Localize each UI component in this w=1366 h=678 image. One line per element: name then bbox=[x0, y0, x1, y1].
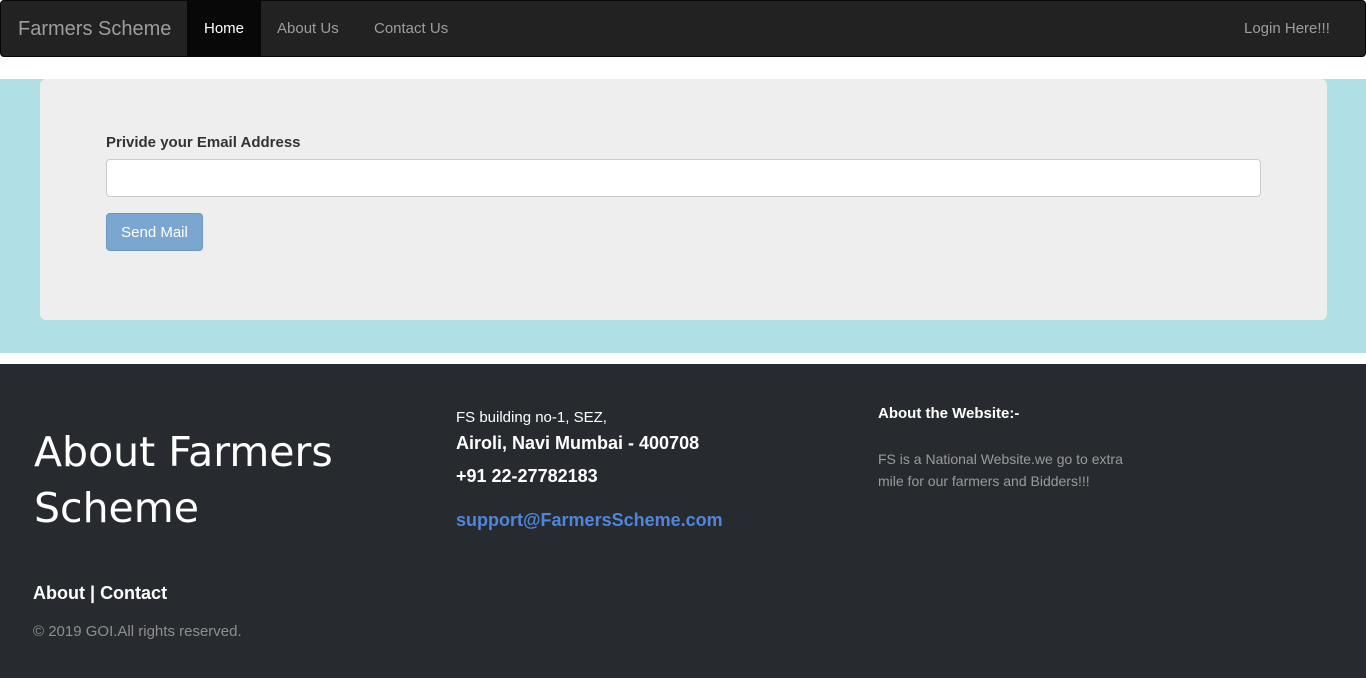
email-form-panel bbox=[40, 79, 1327, 320]
email-field-label: Privide your Email Address bbox=[106, 134, 301, 151]
website-about-heading: About the Website:- bbox=[878, 405, 1020, 422]
nav-home[interactable]: Home bbox=[187, 1, 261, 57]
brand-link[interactable]: Farmers Scheme bbox=[18, 18, 171, 40]
nav-contact-us[interactable]: Contact Us bbox=[374, 1, 448, 57]
footer-about-title: About Farmers Scheme bbox=[34, 428, 333, 532]
footer-about-link[interactable]: About bbox=[33, 583, 85, 603]
phone-number: +91 22-27782183 bbox=[456, 466, 598, 486]
website-description: FS is a National Website.we go to extra … bbox=[878, 451, 1123, 489]
support-email-link[interactable]: support@FarmersScheme.com bbox=[456, 510, 723, 531]
top-navbar: Farmers Scheme Home About Us Contact Us … bbox=[0, 0, 1366, 57]
footer-link-separator: | bbox=[90, 583, 96, 603]
nav-about-us[interactable]: About Us bbox=[277, 1, 339, 57]
nav-login-here[interactable]: Login Here!!! bbox=[1244, 1, 1330, 57]
footer-contact-link[interactable]: Contact bbox=[100, 583, 167, 603]
address-line-1: FS building no-1, SEZ, bbox=[456, 409, 607, 426]
copyright-text: © 2019 GOI.All rights reserved. bbox=[33, 623, 242, 640]
email-field[interactable] bbox=[106, 159, 1261, 197]
footer-links: About | Contact bbox=[33, 583, 167, 604]
send-mail-button[interactable]: Send Mail bbox=[106, 213, 203, 251]
address-line-2: Airoli, Navi Mumbai - 400708 bbox=[456, 433, 700, 453]
